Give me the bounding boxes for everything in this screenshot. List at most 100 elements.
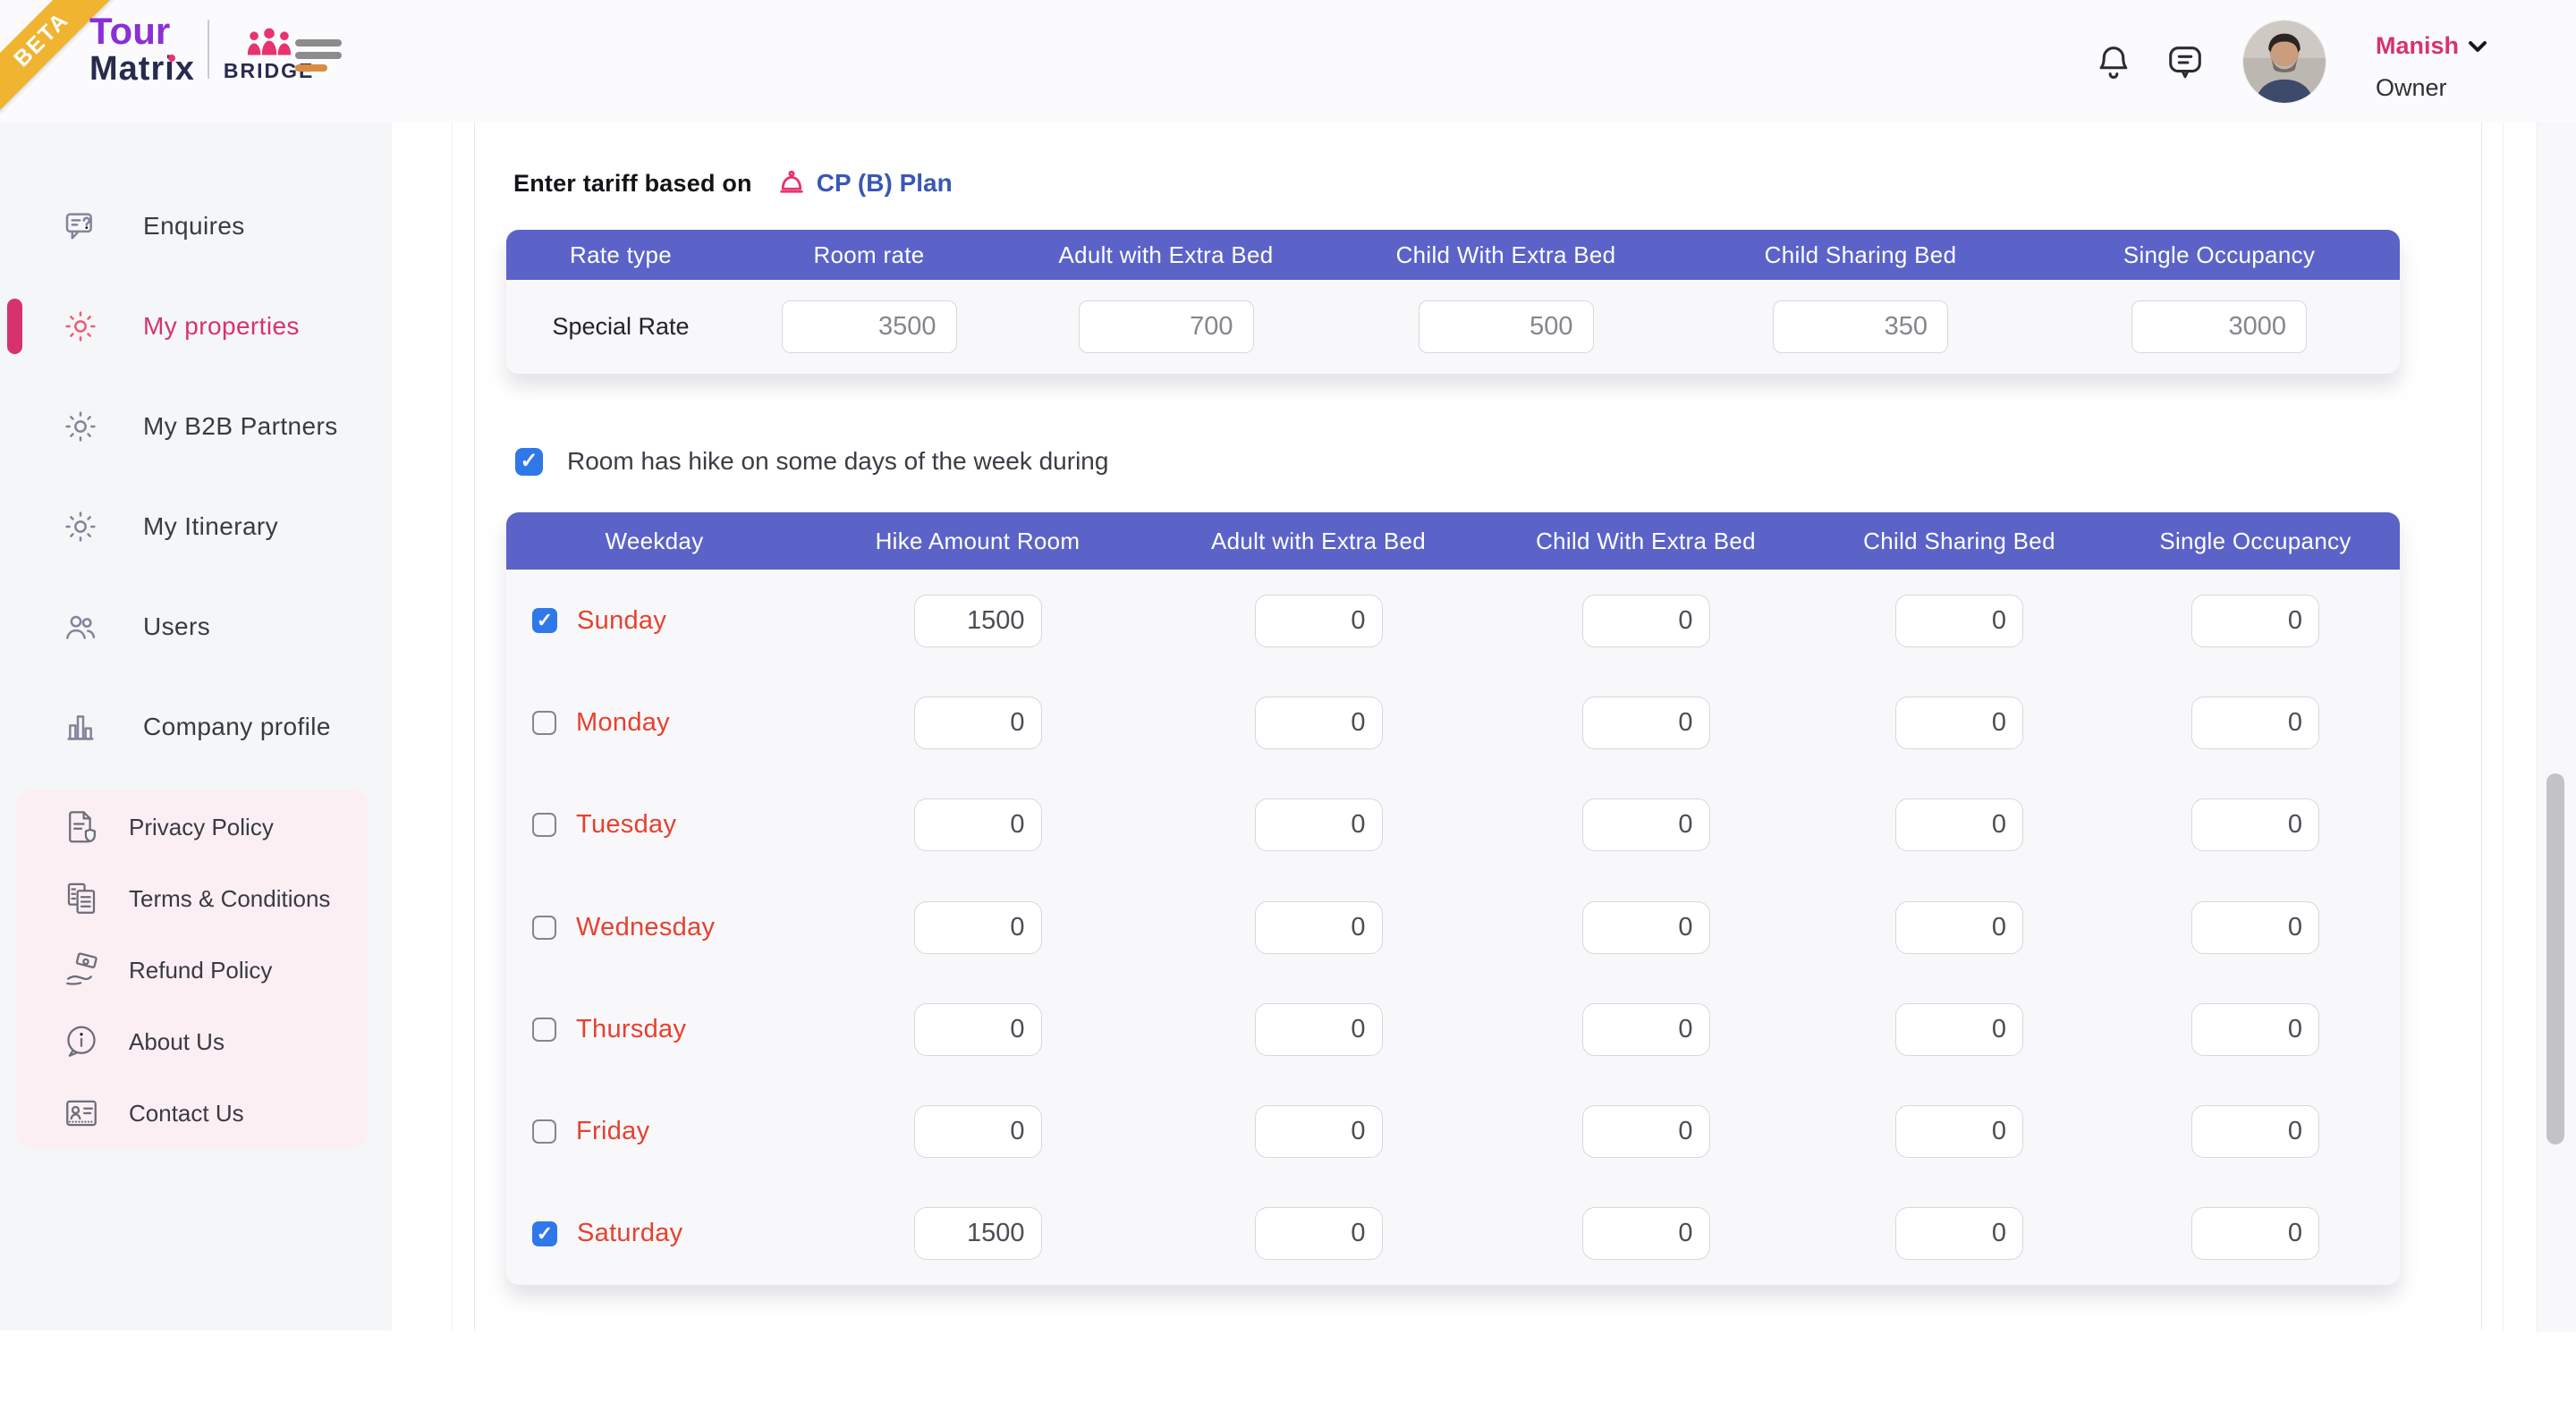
- refund-icon: [63, 951, 100, 989]
- hike-input-tuesday-4[interactable]: [1895, 798, 2023, 851]
- hike-input-monday-2[interactable]: [1255, 697, 1383, 749]
- hike-input-monday-3[interactable]: [1582, 697, 1710, 749]
- hike-input-monday-1[interactable]: [914, 697, 1042, 749]
- hike-input-sunday-2[interactable]: [1255, 595, 1383, 647]
- rate-input-child-with-extra-bed[interactable]: [1419, 300, 1594, 353]
- column-header: Room rate: [735, 241, 1003, 269]
- weekday-row-wednesday: ✓ Wednesday: [506, 876, 2400, 978]
- privacy-policy-icon: [63, 808, 100, 846]
- weekday-row-saturday: ✓ Saturday: [506, 1183, 2400, 1285]
- user-menu-trigger[interactable]: Manish: [2376, 32, 2487, 60]
- sidebar-item-refund-policy[interactable]: Refund Policy: [16, 949, 369, 992]
- hike-input-wednesday-4[interactable]: [1895, 901, 2023, 954]
- hike-input-wednesday-3[interactable]: [1582, 901, 1710, 954]
- column-header: Adult with Extra Bed: [1003, 241, 1329, 269]
- weekday-checkbox[interactable]: ✓: [532, 1018, 556, 1042]
- bell-icon: [2093, 41, 2134, 84]
- hike-input-friday-1[interactable]: [914, 1105, 1042, 1158]
- hike-input-friday-2[interactable]: [1255, 1105, 1383, 1158]
- chat-question-icon: [63, 208, 98, 244]
- content-panel: Enter tariff based on CP (B) Plan Rate t…: [474, 122, 2482, 1330]
- logo-matrix: Matrix: [89, 52, 195, 86]
- hike-input-thursday-3[interactable]: [1582, 1003, 1710, 1056]
- hike-input-monday-4[interactable]: [1895, 697, 2023, 749]
- about-icon: [63, 1023, 100, 1060]
- weekday-checkbox[interactable]: ✓: [532, 1119, 556, 1144]
- weekday-label: Friday: [576, 1117, 649, 1146]
- column-header: Weekday: [506, 528, 802, 555]
- messages-button[interactable]: [2165, 41, 2206, 84]
- sidebar-item-users[interactable]: Users: [0, 602, 392, 652]
- column-header: Child With Extra Bed: [1484, 528, 1808, 555]
- hike-input-friday-5[interactable]: [2191, 1105, 2319, 1158]
- sidebar-item-my-itinerary[interactable]: My Itinerary: [0, 502, 392, 552]
- hike-table-body: ✓ Sunday ✓ Monday ✓: [506, 570, 2400, 1285]
- menu-button[interactable]: [295, 39, 342, 72]
- hike-input-friday-3[interactable]: [1582, 1105, 1710, 1158]
- hike-input-thursday-2[interactable]: [1255, 1003, 1383, 1056]
- logo-tour: Tour: [89, 13, 195, 50]
- page-scrollbar: [2537, 122, 2576, 1332]
- column-header: Rate type: [506, 241, 735, 269]
- sidebar-item-privacy-policy[interactable]: Privacy Policy: [16, 806, 369, 849]
- weekday-checkbox[interactable]: ✓: [532, 1221, 557, 1246]
- panel-guide-left: [452, 122, 453, 1330]
- hike-input-saturday-2[interactable]: [1255, 1207, 1383, 1260]
- hike-input-tuesday-1[interactable]: [914, 798, 1042, 851]
- avatar[interactable]: [2243, 21, 2326, 103]
- page-title: Enter tariff based on: [513, 170, 752, 198]
- weekday-checkbox[interactable]: ✓: [532, 916, 556, 940]
- column-header: Adult with Extra Bed: [1153, 528, 1484, 555]
- rate-input-single-occupancy[interactable]: [2131, 300, 2307, 353]
- notifications-button[interactable]: [2093, 41, 2134, 84]
- hike-input-sunday-4[interactable]: [1895, 595, 2023, 647]
- weekday-label: Thursday: [576, 1015, 686, 1044]
- weekday-checkbox[interactable]: ✓: [532, 608, 557, 633]
- sidebar-item-about-us[interactable]: About Us: [16, 1020, 369, 1063]
- column-header: Child Sharing Bed: [1682, 241, 2038, 269]
- tariff-heading-row: Enter tariff based on CP (B) Plan: [513, 164, 953, 203]
- hike-input-friday-4[interactable]: [1895, 1105, 2023, 1158]
- scrollbar-thumb[interactable]: [2546, 773, 2564, 1144]
- weekday-label: Tuesday: [576, 810, 676, 840]
- sidebar-item-company-profile[interactable]: Company profile: [0, 702, 392, 752]
- sidebar: Enquires My properties My B2B Partners M…: [0, 122, 392, 1330]
- hike-toggle[interactable]: ✓ Room has hike on some days of the week…: [515, 447, 1108, 476]
- sidebar-item-contact-us[interactable]: Contact Us: [16, 1092, 369, 1135]
- rate-input-adult-with-extra-bed[interactable]: [1079, 300, 1254, 353]
- hike-input-thursday-5[interactable]: [2191, 1003, 2319, 1056]
- weekday-checkbox[interactable]: ✓: [532, 813, 556, 837]
- hike-input-wednesday-1[interactable]: [914, 901, 1042, 954]
- hike-input-saturday-1[interactable]: [914, 1207, 1042, 1260]
- sidebar-item-terms-conditions[interactable]: Terms & Conditions: [16, 877, 369, 920]
- rate-input-child-sharing-bed[interactable]: [1773, 300, 1948, 353]
- weekday-checkbox[interactable]: ✓: [532, 711, 556, 735]
- rate-table-row: Special Rate: [506, 280, 2400, 374]
- hike-input-sunday-5[interactable]: [2191, 595, 2319, 647]
- hike-input-sunday-1[interactable]: [914, 595, 1042, 647]
- rate-input-room-rate[interactable]: [782, 300, 957, 353]
- sidebar-item-my-b2b-partners[interactable]: My B2B Partners: [0, 401, 392, 452]
- hike-input-tuesday-3[interactable]: [1582, 798, 1710, 851]
- meal-plan-link[interactable]: CP (B) Plan: [775, 164, 953, 204]
- hike-input-wednesday-5[interactable]: [2191, 901, 2319, 954]
- sidebar-item-my-properties[interactable]: My properties: [0, 301, 392, 351]
- column-header: Single Occupancy: [2038, 241, 2400, 269]
- hike-input-saturday-3[interactable]: [1582, 1207, 1710, 1260]
- weekday-row-sunday: ✓ Sunday: [506, 570, 2400, 671]
- hike-input-sunday-3[interactable]: [1582, 595, 1710, 647]
- hike-input-thursday-1[interactable]: [914, 1003, 1042, 1056]
- weekday-row-thursday: ✓ Thursday: [506, 978, 2400, 1080]
- app-logo: Tour Matrix BRIDGE: [89, 13, 314, 86]
- hike-input-saturday-4[interactable]: [1895, 1207, 2023, 1260]
- hike-input-wednesday-2[interactable]: [1255, 901, 1383, 954]
- hike-input-saturday-5[interactable]: [2191, 1207, 2319, 1260]
- hike-input-tuesday-5[interactable]: [2191, 798, 2319, 851]
- hike-input-thursday-4[interactable]: [1895, 1003, 2023, 1056]
- logo-dot: [168, 55, 175, 62]
- hike-checkbox[interactable]: ✓: [515, 448, 543, 476]
- chat-icon: [2165, 41, 2206, 84]
- sidebar-item-enquires[interactable]: Enquires: [0, 201, 392, 251]
- hike-input-tuesday-2[interactable]: [1255, 798, 1383, 851]
- hike-input-monday-5[interactable]: [2191, 697, 2319, 749]
